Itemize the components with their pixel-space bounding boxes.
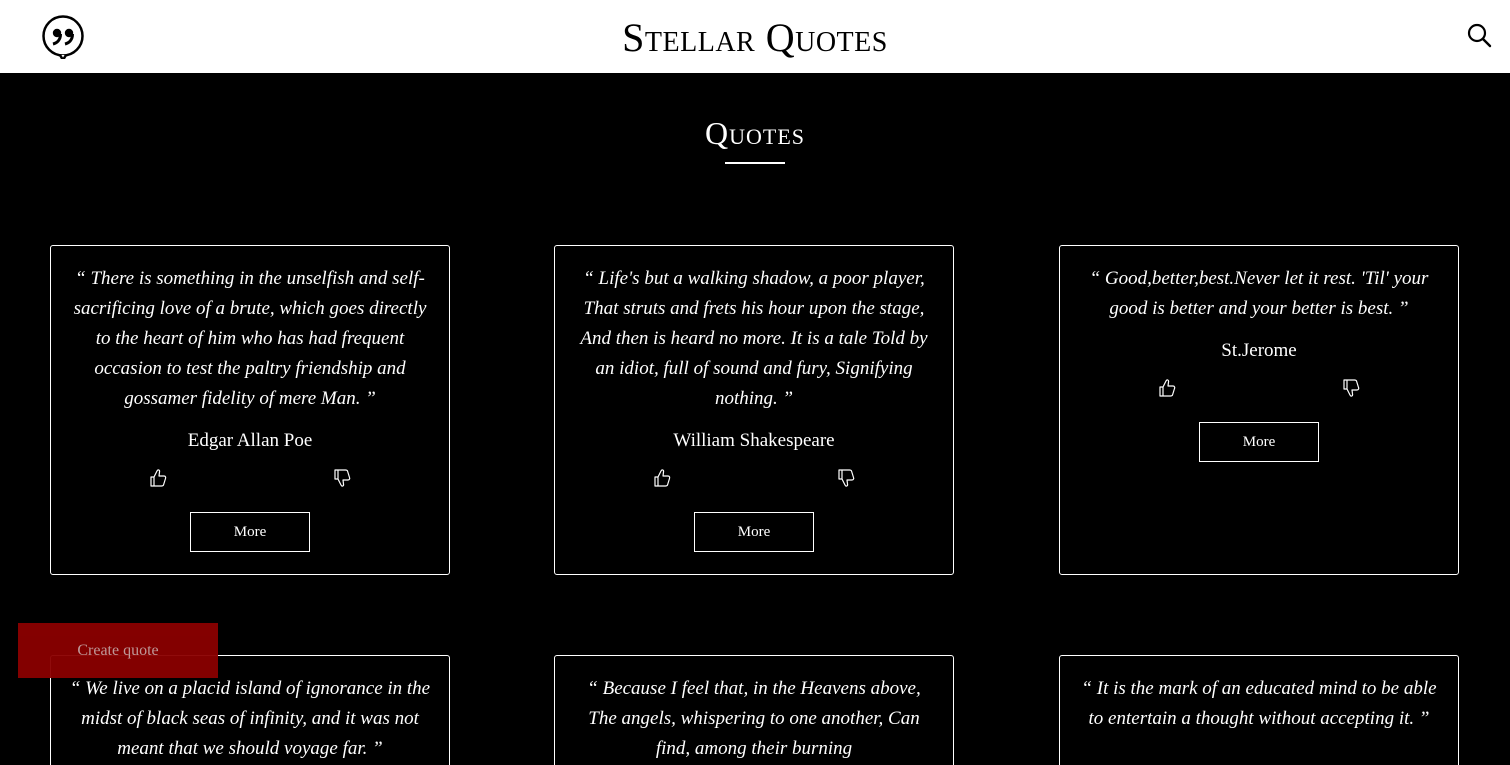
quote-author: Edgar Allan Poe — [187, 430, 313, 451]
more-button[interactable]: More — [1199, 422, 1319, 462]
quote-card: “ There is something in the unselfish an… — [50, 245, 450, 575]
thumbs-down-icon[interactable] — [333, 468, 351, 488]
quote-card: “ Good,better,best.Never let it rest. 'T… — [1059, 245, 1459, 575]
more-button[interactable]: More — [694, 512, 814, 552]
search-icon[interactable] — [1466, 22, 1492, 48]
vote-row — [573, 468, 935, 492]
thumbs-down-icon[interactable] — [1342, 378, 1360, 398]
brand-title[interactable]: Stellar Quotes — [0, 14, 1510, 61]
thumbs-up-icon[interactable] — [1158, 378, 1176, 398]
thumbs-up-icon[interactable] — [653, 468, 671, 488]
quote-card: “ It is the mark of an educated mind to … — [1059, 655, 1459, 765]
thumbs-down-icon[interactable] — [837, 468, 855, 488]
quote-text: “ Life's but a walking shadow, a poor pl… — [580, 268, 928, 409]
quote-text: “ Because I feel that, in the Heavens ab… — [587, 678, 921, 759]
vote-row — [69, 468, 431, 492]
quote-author: St.Jerome — [1221, 340, 1297, 361]
page-title: Quotes — [705, 115, 805, 151]
top-navbar: Stellar Quotes — [0, 0, 1510, 73]
title-underline — [725, 162, 785, 164]
quote-text: “ We live on a placid island of ignoranc… — [69, 678, 431, 759]
quote-author: William Shakespeare — [673, 430, 835, 451]
quote-card: “ Because I feel that, in the Heavens ab… — [554, 655, 954, 765]
thumbs-up-icon[interactable] — [149, 468, 167, 488]
quote-card: “ Life's but a walking shadow, a poor pl… — [554, 245, 954, 575]
vote-row — [1078, 378, 1440, 402]
create-quote-button[interactable]: Create quote — [18, 623, 218, 678]
more-button[interactable]: More — [190, 512, 310, 552]
quote-text: “ Good,better,best.Never let it rest. 'T… — [1089, 268, 1429, 319]
quote-text: “ There is something in the unselfish an… — [73, 268, 427, 409]
quote-text: “ It is the mark of an educated mind to … — [1081, 678, 1437, 729]
